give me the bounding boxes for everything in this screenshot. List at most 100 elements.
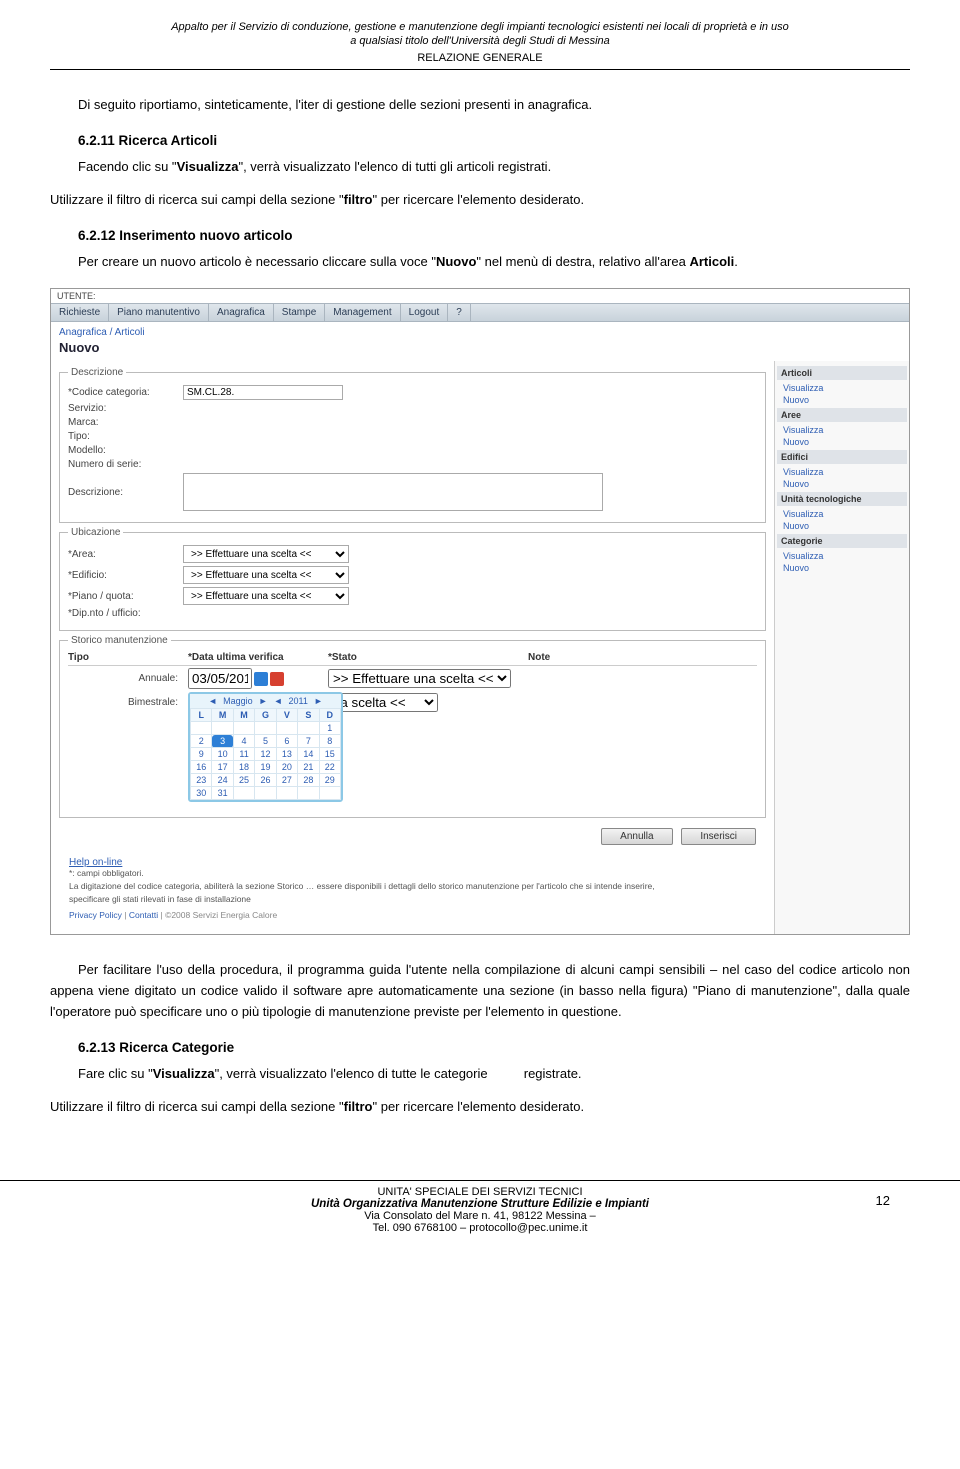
dp-year[interactable]: 2011 — [289, 696, 308, 706]
datepicker-day[interactable]: 22 — [319, 761, 340, 774]
datepicker-day[interactable]: 26 — [255, 774, 276, 787]
sidebar-link-visualizza[interactable]: Visualizza — [781, 424, 903, 436]
sidebar-link-visualizza[interactable]: Visualizza — [781, 382, 903, 394]
datepicker-day[interactable]: 29 — [319, 774, 340, 787]
prev-year-icon[interactable]: ◄ — [274, 696, 283, 706]
doc-header: Appalto per il Servizio di conduzione, g… — [50, 20, 910, 65]
next-month-icon[interactable]: ► — [259, 696, 268, 706]
button-row: Annulla Inserisci — [59, 822, 766, 851]
datepicker-day[interactable]: 28 — [298, 774, 319, 787]
row-bimestrale-label: Bimestrale: — [68, 697, 188, 708]
sidebar-link-visualizza[interactable]: Visualizza — [781, 550, 903, 562]
sidebar-link-nuovo[interactable]: Nuovo — [781, 520, 903, 532]
p-6213-1: Fare clic su "Visualizza", verrà visuali… — [50, 1064, 910, 1085]
datepicker-day[interactable]: 14 — [298, 748, 319, 761]
datepicker-day[interactable]: 16 — [191, 761, 212, 774]
app-menubar: Richieste Piano manutentivo Anagrafica S… — [51, 303, 909, 322]
sidebar-link-visualizza[interactable]: Visualizza — [781, 508, 903, 520]
datepicker-day[interactable]: 8 — [319, 735, 340, 748]
col-note: Note — [528, 652, 757, 663]
datepicker-day[interactable]: 24 — [212, 774, 233, 787]
col-stato: *Stato — [328, 652, 528, 663]
sidebar-link-nuovo[interactable]: Nuovo — [781, 394, 903, 406]
datepicker-day[interactable]: 6 — [276, 735, 297, 748]
sidebar-link-visualizza[interactable]: Visualizza — [781, 466, 903, 478]
sidebar-group-unità-tecnologiche: Unità tecnologiche — [777, 492, 907, 506]
col-tipo: Tipo — [68, 652, 188, 663]
footer-l1: UNITA' SPECIALE DEI SERVIZI TECNICI — [50, 1186, 910, 1198]
sidebar-link-nuovo[interactable]: Nuovo — [781, 436, 903, 448]
datepicker-day[interactable]: 2 — [191, 735, 212, 748]
menu-piano-manutentivo[interactable]: Piano manutentivo — [109, 304, 209, 321]
fieldset-storico: Storico manutenzione Tipo *Data ultima v… — [59, 635, 766, 818]
footer-privacy: Privacy Policy | Contatti | ©2008 Serviz… — [59, 907, 766, 928]
help-note-2: La digitazione del codice categoria, abi… — [59, 881, 766, 894]
menu-stampe[interactable]: Stampe — [274, 304, 325, 321]
heading-6-2-13: 6.2.13 Ricerca Categorie — [78, 1037, 910, 1059]
datepicker-day — [319, 787, 340, 800]
datepicker-day[interactable]: 18 — [233, 761, 254, 774]
help-online-link[interactable]: Help on-line — [59, 851, 766, 868]
datepicker-day — [255, 787, 276, 800]
datepicker-day[interactable]: 15 — [319, 748, 340, 761]
menu-help[interactable]: ? — [448, 304, 471, 321]
privacy-link[interactable]: Privacy Policy — [69, 910, 122, 920]
datepicker-day[interactable]: 25 — [233, 774, 254, 787]
datepicker-day[interactable]: 30 — [191, 787, 212, 800]
inserisci-button[interactable]: Inserisci — [681, 828, 756, 845]
select-edificio[interactable]: >> Effettuare una scelta << — [183, 566, 349, 584]
clear-date-icon[interactable] — [270, 672, 284, 686]
datepicker-day[interactable]: 17 — [212, 761, 233, 774]
help-note-3: specificare gli stati rilevati in fase d… — [59, 894, 766, 907]
datepicker-day[interactable]: 10 — [212, 748, 233, 761]
prev-month-icon[interactable]: ◄ — [208, 696, 217, 706]
header-subtitle: RELAZIONE GENERALE — [50, 51, 910, 65]
textarea-descrizione[interactable] — [183, 473, 603, 511]
datepicker-day[interactable]: 11 — [233, 748, 254, 761]
datepicker-day[interactable]: 7 — [298, 735, 319, 748]
datepicker-day[interactable]: 21 — [298, 761, 319, 774]
calendar-icon[interactable] — [254, 672, 268, 686]
sidebar-link-nuovo[interactable]: Nuovo — [781, 478, 903, 490]
datepicker-day[interactable]: 4 — [233, 735, 254, 748]
select-stato-bimestrale[interactable]: na scelta << — [328, 693, 438, 712]
label-tipo: Tipo: — [68, 431, 183, 442]
label-modello: Modello: — [68, 445, 183, 456]
menu-management[interactable]: Management — [325, 304, 400, 321]
input-codice-categoria[interactable] — [183, 385, 343, 400]
header-rule — [50, 69, 910, 70]
p-6211-2: Utilizzare il filtro di ricerca sui camp… — [50, 190, 910, 211]
breadcrumb: Anagrafica / Articoli — [51, 322, 909, 339]
datepicker-day[interactable]: 27 — [276, 774, 297, 787]
datepicker-day — [298, 787, 319, 800]
datepicker-day — [276, 787, 297, 800]
fieldset-ubicazione: Ubicazione *Area: >> Effettuare una scel… — [59, 527, 766, 631]
select-piano[interactable]: >> Effettuare una scelta << — [183, 587, 349, 605]
datepicker-day[interactable]: 20 — [276, 761, 297, 774]
datepicker-day[interactable]: 12 — [255, 748, 276, 761]
sidebar-link-nuovo[interactable]: Nuovo — [781, 562, 903, 574]
input-data-annuale[interactable] — [188, 668, 252, 689]
contatti-link[interactable]: Contatti — [129, 910, 158, 920]
datepicker-day[interactable]: 23 — [191, 774, 212, 787]
datepicker-day[interactable]: 5 — [255, 735, 276, 748]
dp-month[interactable]: Maggio — [223, 696, 253, 706]
datepicker-day[interactable]: 19 — [255, 761, 276, 774]
select-area[interactable]: >> Effettuare una scelta << — [183, 545, 349, 563]
footer-l4: Tel. 090 6768100 – protocollo@pec.unime.… — [50, 1222, 910, 1234]
annulla-button[interactable]: Annulla — [601, 828, 672, 845]
select-stato-annuale[interactable]: >> Effettuare una scelta << — [328, 669, 511, 688]
datepicker-day[interactable]: 3 — [212, 735, 233, 748]
datepicker-day[interactable]: 9 — [191, 748, 212, 761]
datepicker-day[interactable]: 13 — [276, 748, 297, 761]
menu-richieste[interactable]: Richieste — [51, 304, 109, 321]
menu-anagrafica[interactable]: Anagrafica — [209, 304, 274, 321]
embedded-app-screenshot: UTENTE: Richieste Piano manutentivo Anag… — [50, 288, 910, 935]
help-note-1: *: campi obbligatori. — [59, 868, 766, 881]
next-year-icon[interactable]: ► — [314, 696, 323, 706]
label-numserie: Numero di serie: — [68, 459, 183, 470]
datepicker-day[interactable]: 1 — [319, 722, 340, 735]
datepicker-day[interactable]: 31 — [212, 787, 233, 800]
datepicker-popup[interactable]: ◄ Maggio ► ◄ 2011 ► LMMGVSD 123456789101 — [188, 692, 343, 802]
menu-logout[interactable]: Logout — [401, 304, 449, 321]
